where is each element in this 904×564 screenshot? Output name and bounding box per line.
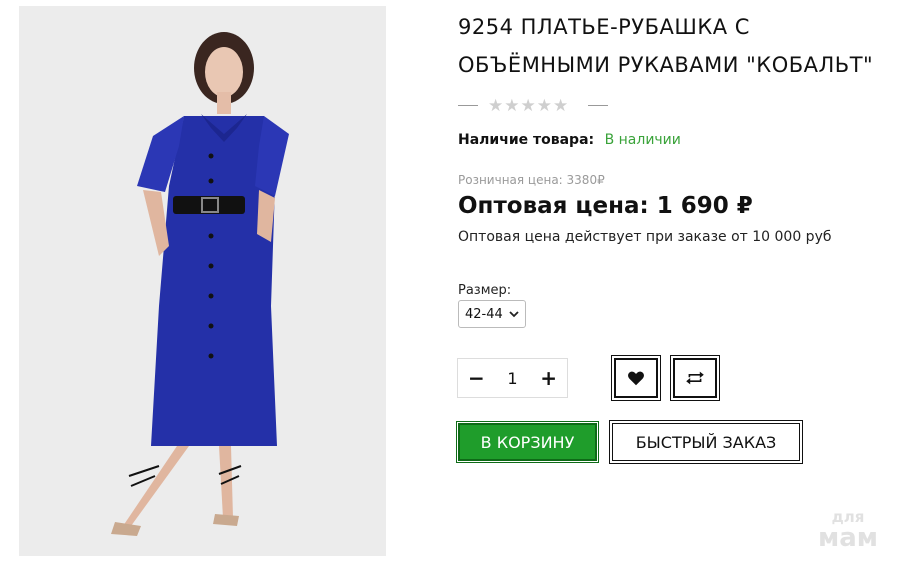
watermark-logo: для мам [818,510,879,553]
product-title: 9254 ПЛАТЬЕ-РУБАШКА С ОБЪЁМНЫМИ РУКАВАМИ… [458,15,874,77]
wholesale-note: Оптовая цена действует при заказе от 10 … [458,229,832,245]
size-selected-value: 42-44 [465,306,503,322]
rating-divider-left [458,105,478,106]
compare-icon [686,371,704,385]
quick-order-button[interactable]: БЫСТРЫЙ ЗАКАЗ [609,420,803,464]
compare-button[interactable] [670,355,720,401]
heart-icon [628,371,644,386]
chevron-down-icon [509,310,519,317]
quantity-increase-button[interactable]: + [540,366,557,390]
availability-label: Наличие товара: [458,132,595,148]
rating-divider-right [588,105,608,106]
quantity-decrease-button[interactable]: − [468,366,485,390]
wholesale-price: Оптовая цена: 1 690 ₽ [458,193,753,219]
wishlist-button[interactable] [611,355,661,401]
quantity-stepper: − 1 + [457,358,568,398]
product-photo[interactable] [19,6,386,556]
size-label: Размер: [458,283,512,298]
retail-price: Розничная цена: 3380₽ [458,173,605,187]
quantity-value[interactable]: 1 [507,369,517,388]
add-to-cart-button[interactable]: В КОРЗИНУ [456,421,599,463]
rating: ★★★★★ [458,96,608,116]
watermark-line-2: мам [818,523,879,553]
star-icon[interactable]: ★★★★★ [488,96,569,116]
availability: Наличие товара: В наличии [458,132,681,148]
size-select[interactable]: 42-44 [458,300,526,328]
dress-illustration [19,6,386,556]
availability-value: В наличии [604,132,681,148]
